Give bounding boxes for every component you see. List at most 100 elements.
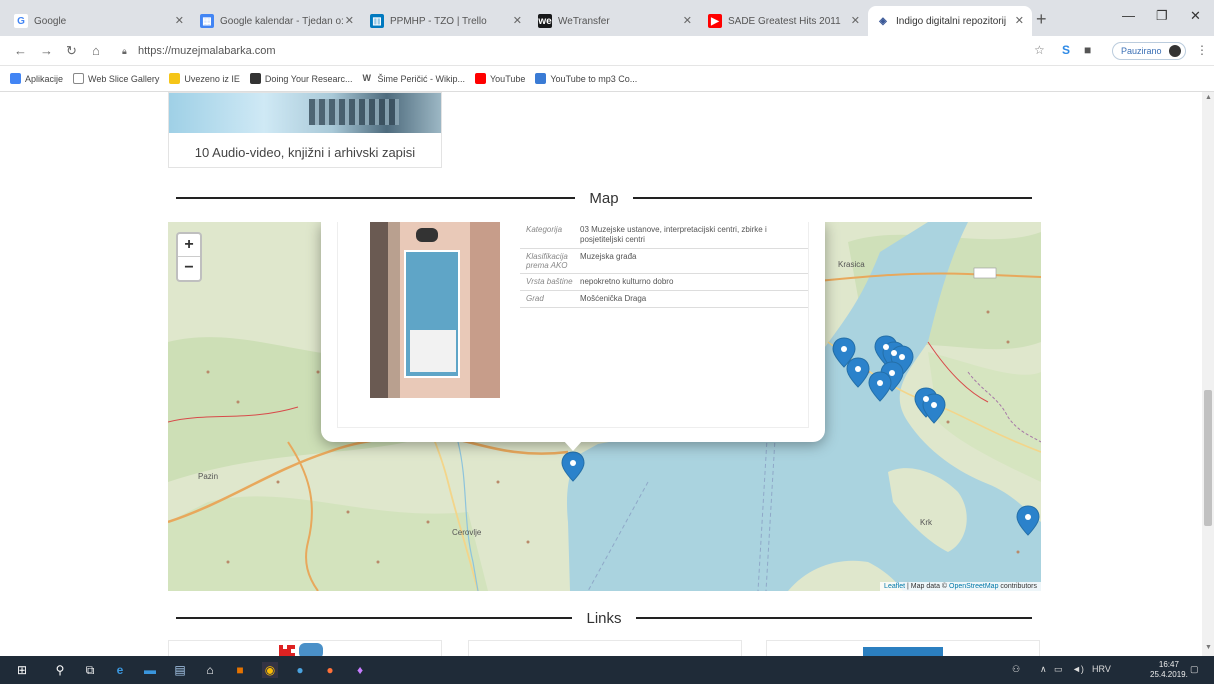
map-place-label: Krk	[920, 518, 932, 527]
home-icon[interactable]: ⌂	[92, 43, 100, 58]
bookmark-item[interactable]: Uvezeno iz IE	[169, 73, 240, 84]
zoom-out-button[interactable]: −	[178, 257, 200, 280]
bookmark-item[interactable]: YouTube to mp3 Co...	[535, 73, 637, 84]
mail-icon[interactable]: ▬	[142, 662, 158, 678]
network-icon[interactable]: ▭	[1054, 664, 1063, 675]
tray-chevron-icon[interactable]: ∧	[1040, 664, 1047, 675]
profile-button[interactable]: Pauzirano	[1112, 42, 1186, 60]
scroll-thumb[interactable]	[1204, 390, 1212, 526]
bookmarks-bar: Aplikacije Web Slice Gallery Uvezeno iz …	[0, 66, 1214, 92]
lock-icon: 🔒︎	[122, 45, 127, 56]
address-toolbar: ← → ↻ ⌂ 🔒︎ https://muzejmalabarka.com ☆ …	[0, 36, 1214, 66]
minimize-button[interactable]: —	[1122, 8, 1135, 23]
bookmark-item[interactable]: Aplikacije	[10, 73, 63, 84]
browser-tab[interactable]: ▶ SADE Greatest Hits 2011 ✕	[700, 6, 868, 36]
bookmark-item[interactable]: Web Slice Gallery	[73, 73, 159, 84]
windows-taskbar: ⊞ ⚲ ⧉ e ▬ ▤ ⌂ ■ ◉ ● ● ♦ ⚇ ∧ ▭ ◄) HRV 16:…	[0, 656, 1214, 684]
close-window-button[interactable]: ✕	[1190, 8, 1201, 24]
close-icon[interactable]: ✕	[683, 14, 692, 27]
store-icon[interactable]: ⌂	[202, 662, 218, 678]
page-icon	[73, 73, 85, 84]
scroll-up-arrow-icon[interactable]: ▲	[1205, 94, 1212, 101]
popup-row: Kategorija 03 Muzejske ustanove, interpr…	[520, 222, 808, 249]
section-title-text: Links	[586, 609, 622, 627]
category-card-image	[169, 93, 441, 133]
link-card[interactable]	[766, 640, 1040, 656]
taskbar-clock[interactable]: 16:47 25.4.2019.	[1150, 660, 1188, 680]
menu-kebab-icon[interactable]: ⋮	[1196, 43, 1208, 57]
bookmark-item[interactable]: YouTube	[475, 73, 525, 84]
section-title-text: Map	[589, 189, 619, 207]
zoom-in-button[interactable]: +	[178, 234, 200, 257]
page-content: 10 Audio-video, knjižni i arhivski zapis…	[0, 92, 1202, 656]
url-text: https://muzejmalabarka.com	[138, 45, 276, 57]
notification-icon[interactable]: ▢	[1190, 664, 1199, 675]
popup-row: Klasifikacija prema AKO Muzejska građa	[520, 249, 808, 274]
avatar	[1169, 45, 1181, 57]
file-icon[interactable]: ▤	[172, 662, 188, 678]
map-section-heading: Map	[176, 188, 1032, 208]
youtube-icon	[475, 73, 486, 84]
maximize-button[interactable]: ❐	[1156, 8, 1168, 24]
extension-skype-icon[interactable]: S	[1062, 43, 1070, 57]
explorer-icon[interactable]: ■	[232, 662, 248, 678]
bookmark-item[interactable]: Doing Your Researc...	[249, 73, 352, 84]
browser-tab-active[interactable]: ◈ Indigo digitalni repozitorij ✕	[868, 6, 1032, 36]
bookmark-item[interactable]: W Šime Peričić - Wikip...	[362, 73, 465, 84]
map-place-label: Cerovlje	[452, 528, 482, 537]
volume-icon[interactable]: ◄)	[1072, 664, 1084, 674]
close-icon[interactable]: ✕	[1015, 14, 1024, 27]
scroll-down-arrow-icon[interactable]: ▼	[1205, 644, 1212, 651]
book-icon	[249, 73, 261, 84]
url-bar[interactable]: 🔒︎ https://muzejmalabarka.com	[122, 41, 1022, 61]
browser-tab-bar: G Google ✕ ▦ Google kalendar - Tjedan o:…	[0, 0, 1214, 36]
forward-arrow-icon[interactable]: →	[40, 43, 53, 58]
popup-details-table: Kategorija 03 Muzejske ustanove, interpr…	[520, 222, 808, 308]
star-icon[interactable]: ☆	[1034, 43, 1045, 57]
browser-tab[interactable]: G Google ✕	[6, 6, 192, 36]
back-arrow-icon[interactable]: ←	[14, 43, 27, 58]
link-card[interactable]	[168, 640, 442, 656]
link-card[interactable]	[468, 640, 742, 656]
links-section-heading: Links	[176, 608, 1032, 628]
category-card[interactable]: 10 Audio-video, knjižni i arhivski zapis…	[168, 92, 442, 168]
app-pin-icon[interactable]: ♦	[352, 662, 368, 678]
link-card-image	[863, 647, 943, 656]
trello-icon: ▥	[370, 14, 384, 28]
browser-tab[interactable]: ▦ Google kalendar - Tjedan o: ✕	[192, 6, 362, 36]
search-icon[interactable]: ⚲	[52, 662, 68, 678]
map-place-label: Pazin	[198, 472, 219, 481]
close-icon[interactable]: ✕	[513, 14, 522, 27]
app-icon[interactable]: ●	[292, 662, 308, 678]
close-icon[interactable]: ✕	[345, 14, 354, 27]
map-zoom-control: + −	[176, 232, 202, 282]
google-icon: G	[14, 14, 28, 28]
people-icon[interactable]: ⚇	[1012, 664, 1020, 675]
category-card-caption: 10 Audio-video, knjižni i arhivski zapis…	[194, 145, 416, 160]
chrome-icon[interactable]: ◉	[262, 662, 278, 678]
firefox-icon[interactable]: ●	[322, 662, 338, 678]
reload-icon[interactable]: ↻	[66, 43, 77, 59]
converter-icon	[535, 73, 547, 84]
leaflet-map[interactable]: Krasica Pazin Cerovlje Krk + − Kategorij…	[168, 222, 1041, 591]
new-tab-button[interactable]: +	[1036, 9, 1047, 30]
browser-tab[interactable]: we WeTransfer ✕	[530, 6, 700, 36]
language-indicator[interactable]: HRV	[1092, 664, 1111, 674]
edge-icon[interactable]: e	[112, 662, 128, 678]
map-place-label: Krasica	[838, 260, 865, 269]
youtube-icon: ▶	[708, 14, 722, 28]
close-icon[interactable]: ✕	[175, 14, 184, 27]
popup-tip	[563, 440, 583, 451]
leaflet-link[interactable]: Leaflet	[884, 583, 905, 590]
folder-icon	[169, 73, 181, 84]
browser-tab[interactable]: ▥ PPMHP - TZO | Trello ✕	[362, 6, 530, 36]
coat-of-arms-icon	[279, 643, 323, 656]
page-scrollbar[interactable]: ▲ ▼	[1202, 92, 1214, 656]
wetransfer-icon: we	[538, 14, 552, 28]
extension-icon[interactable]: ■	[1084, 43, 1091, 57]
windows-start-icon[interactable]: ⊞	[14, 662, 30, 678]
task-view-icon[interactable]: ⧉	[82, 662, 98, 678]
calendar-icon: ▦	[200, 14, 214, 28]
osm-link[interactable]: OpenStreetMap	[949, 583, 998, 590]
close-icon[interactable]: ✕	[851, 14, 860, 27]
